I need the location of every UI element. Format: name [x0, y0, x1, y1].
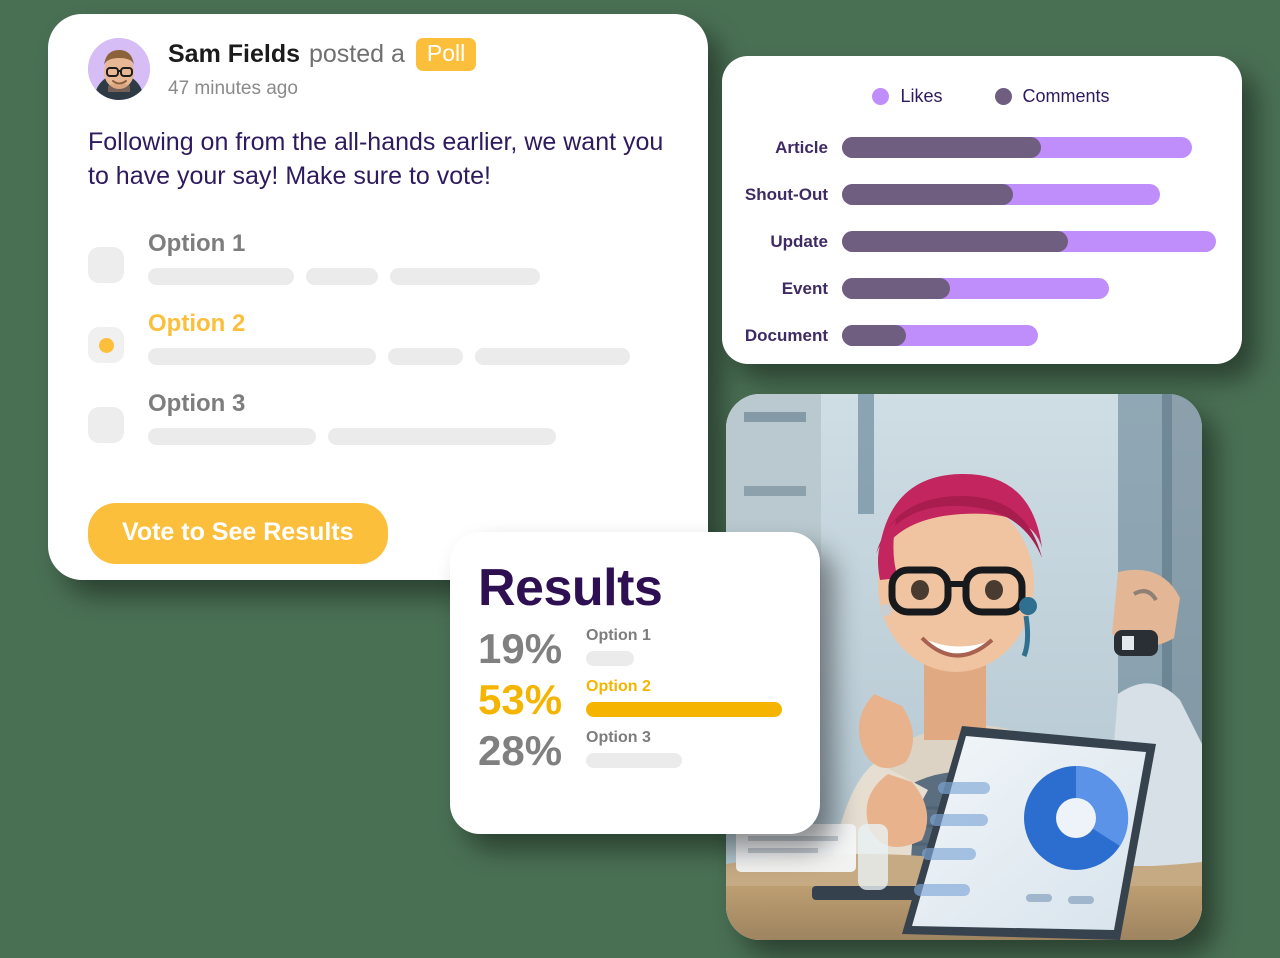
composition-stage: Sam Fields posted a Poll 47 minutes ago … [0, 0, 1280, 958]
results-inner: Results 19% Option 1 53% Option 2 28% Op… [450, 532, 820, 772]
poll-body: Following on from the all-hands earlier,… [48, 100, 708, 564]
legend-label-likes: Likes [900, 86, 943, 106]
result-right: Option 1 [586, 628, 820, 670]
engagement-chart-card: Likes Comments Article Shout-Out Update … [722, 56, 1242, 364]
chart-bar-track [842, 278, 1222, 299]
poster-line: Sam Fields posted a Poll [168, 38, 477, 71]
skeleton-bar [148, 268, 294, 285]
chart-row-event: Event [722, 265, 1222, 312]
option-1-content: Option 1 [148, 229, 668, 285]
chart-rows: Article Shout-Out Update Event Document [722, 124, 1242, 359]
avatar-image [88, 38, 150, 100]
skeleton-bar [148, 428, 316, 445]
skeleton-bar [388, 348, 463, 365]
chart-row-shout-out: Shout-Out [722, 171, 1222, 218]
chart-bar-track [842, 325, 1222, 346]
option-3-label: Option 3 [148, 389, 246, 417]
result-row-option-1: 19% Option 1 [478, 628, 820, 670]
chart-category-label: Update [770, 231, 828, 251]
radio-button-option-2[interactable] [88, 327, 124, 363]
comments-bar-segment [842, 184, 1014, 205]
radio-button-option-1[interactable] [88, 247, 124, 283]
poll-question-text: Following on from the all-hands earlier,… [88, 128, 664, 190]
result-percent: 19% [478, 625, 563, 672]
option-1-label: Option 1 [148, 229, 246, 257]
vote-to-see-results-button[interactable]: Vote to See Results [88, 503, 388, 564]
skeleton-bar [475, 348, 630, 365]
poll-badge: Poll [415, 38, 477, 71]
likes-legend-dot-icon [872, 88, 890, 105]
result-progress-bar [586, 651, 634, 666]
chart-legend: Likes Comments [722, 56, 1242, 107]
poll-card: Sam Fields posted a Poll 47 minutes ago … [48, 14, 708, 580]
results-title: Results [478, 559, 663, 617]
poll-option-1[interactable]: Option 1 [88, 227, 668, 285]
chart-bar-track [842, 137, 1222, 158]
result-label: Option 2 [586, 678, 651, 695]
comments-bar-segment [842, 231, 1068, 252]
skeleton-bar [328, 428, 556, 445]
legend-item-comments: Comments [994, 86, 1110, 107]
poster-meta: Sam Fields posted a Poll 47 minutes ago [168, 38, 477, 99]
result-progress-bar [586, 753, 682, 768]
skeleton-bar [390, 268, 540, 285]
chart-row-update: Update [722, 218, 1222, 265]
poll-results-card: Results 19% Option 1 53% Option 2 28% Op… [450, 532, 820, 834]
option-3-skeleton-row [148, 428, 668, 445]
comments-bar-segment [842, 137, 1041, 158]
legend-label-comments: Comments [1022, 86, 1110, 106]
radio-button-option-3[interactable] [88, 407, 124, 443]
skeleton-bar [148, 348, 376, 365]
chart-row-article: Article [722, 124, 1222, 171]
comments-bar-segment [842, 325, 907, 346]
option-2-skeleton-row [148, 348, 668, 365]
poll-options-list: Option 1 Option 2 Option 3 [88, 227, 668, 445]
result-row-option-2: 53% Option 2 [478, 679, 820, 721]
poll-option-2[interactable]: Option 2 [88, 307, 668, 365]
result-label: Option 3 [586, 729, 651, 746]
option-1-skeleton-row [148, 268, 668, 285]
skeleton-bar [306, 268, 378, 285]
result-right: Option 3 [586, 730, 820, 772]
legend-item-likes: Likes [872, 86, 943, 107]
poll-header: Sam Fields posted a Poll 47 minutes ago [48, 14, 708, 100]
result-label: Option 1 [586, 627, 651, 644]
chart-category-label: Event [781, 278, 828, 298]
post-timestamp: 47 minutes ago [168, 77, 298, 99]
chart-category-label: Document [744, 325, 828, 345]
chart-row-document: Document [722, 312, 1222, 359]
poll-option-3[interactable]: Option 3 [88, 387, 668, 445]
result-row-option-3: 28% Option 3 [478, 730, 820, 772]
result-right: Option 2 [586, 679, 820, 721]
option-3-content: Option 3 [148, 389, 668, 445]
comments-bar-segment [842, 278, 950, 299]
option-2-content: Option 2 [148, 309, 668, 365]
radio-selected-dot [98, 337, 114, 353]
chart-category-label: Shout-Out [744, 184, 828, 204]
poster-name[interactable]: Sam Fields [168, 40, 300, 69]
avatar [88, 38, 150, 100]
posted-action-text: posted a [309, 39, 405, 68]
chart-bar-track [842, 231, 1222, 252]
result-percent: 28% [478, 727, 563, 774]
comments-legend-dot-icon [994, 88, 1012, 105]
result-progress-bar [586, 702, 782, 717]
result-percent: 53% [478, 676, 563, 723]
option-2-label: Option 2 [148, 309, 246, 337]
chart-category-label: Article [775, 137, 828, 157]
chart-bar-track [842, 184, 1222, 205]
